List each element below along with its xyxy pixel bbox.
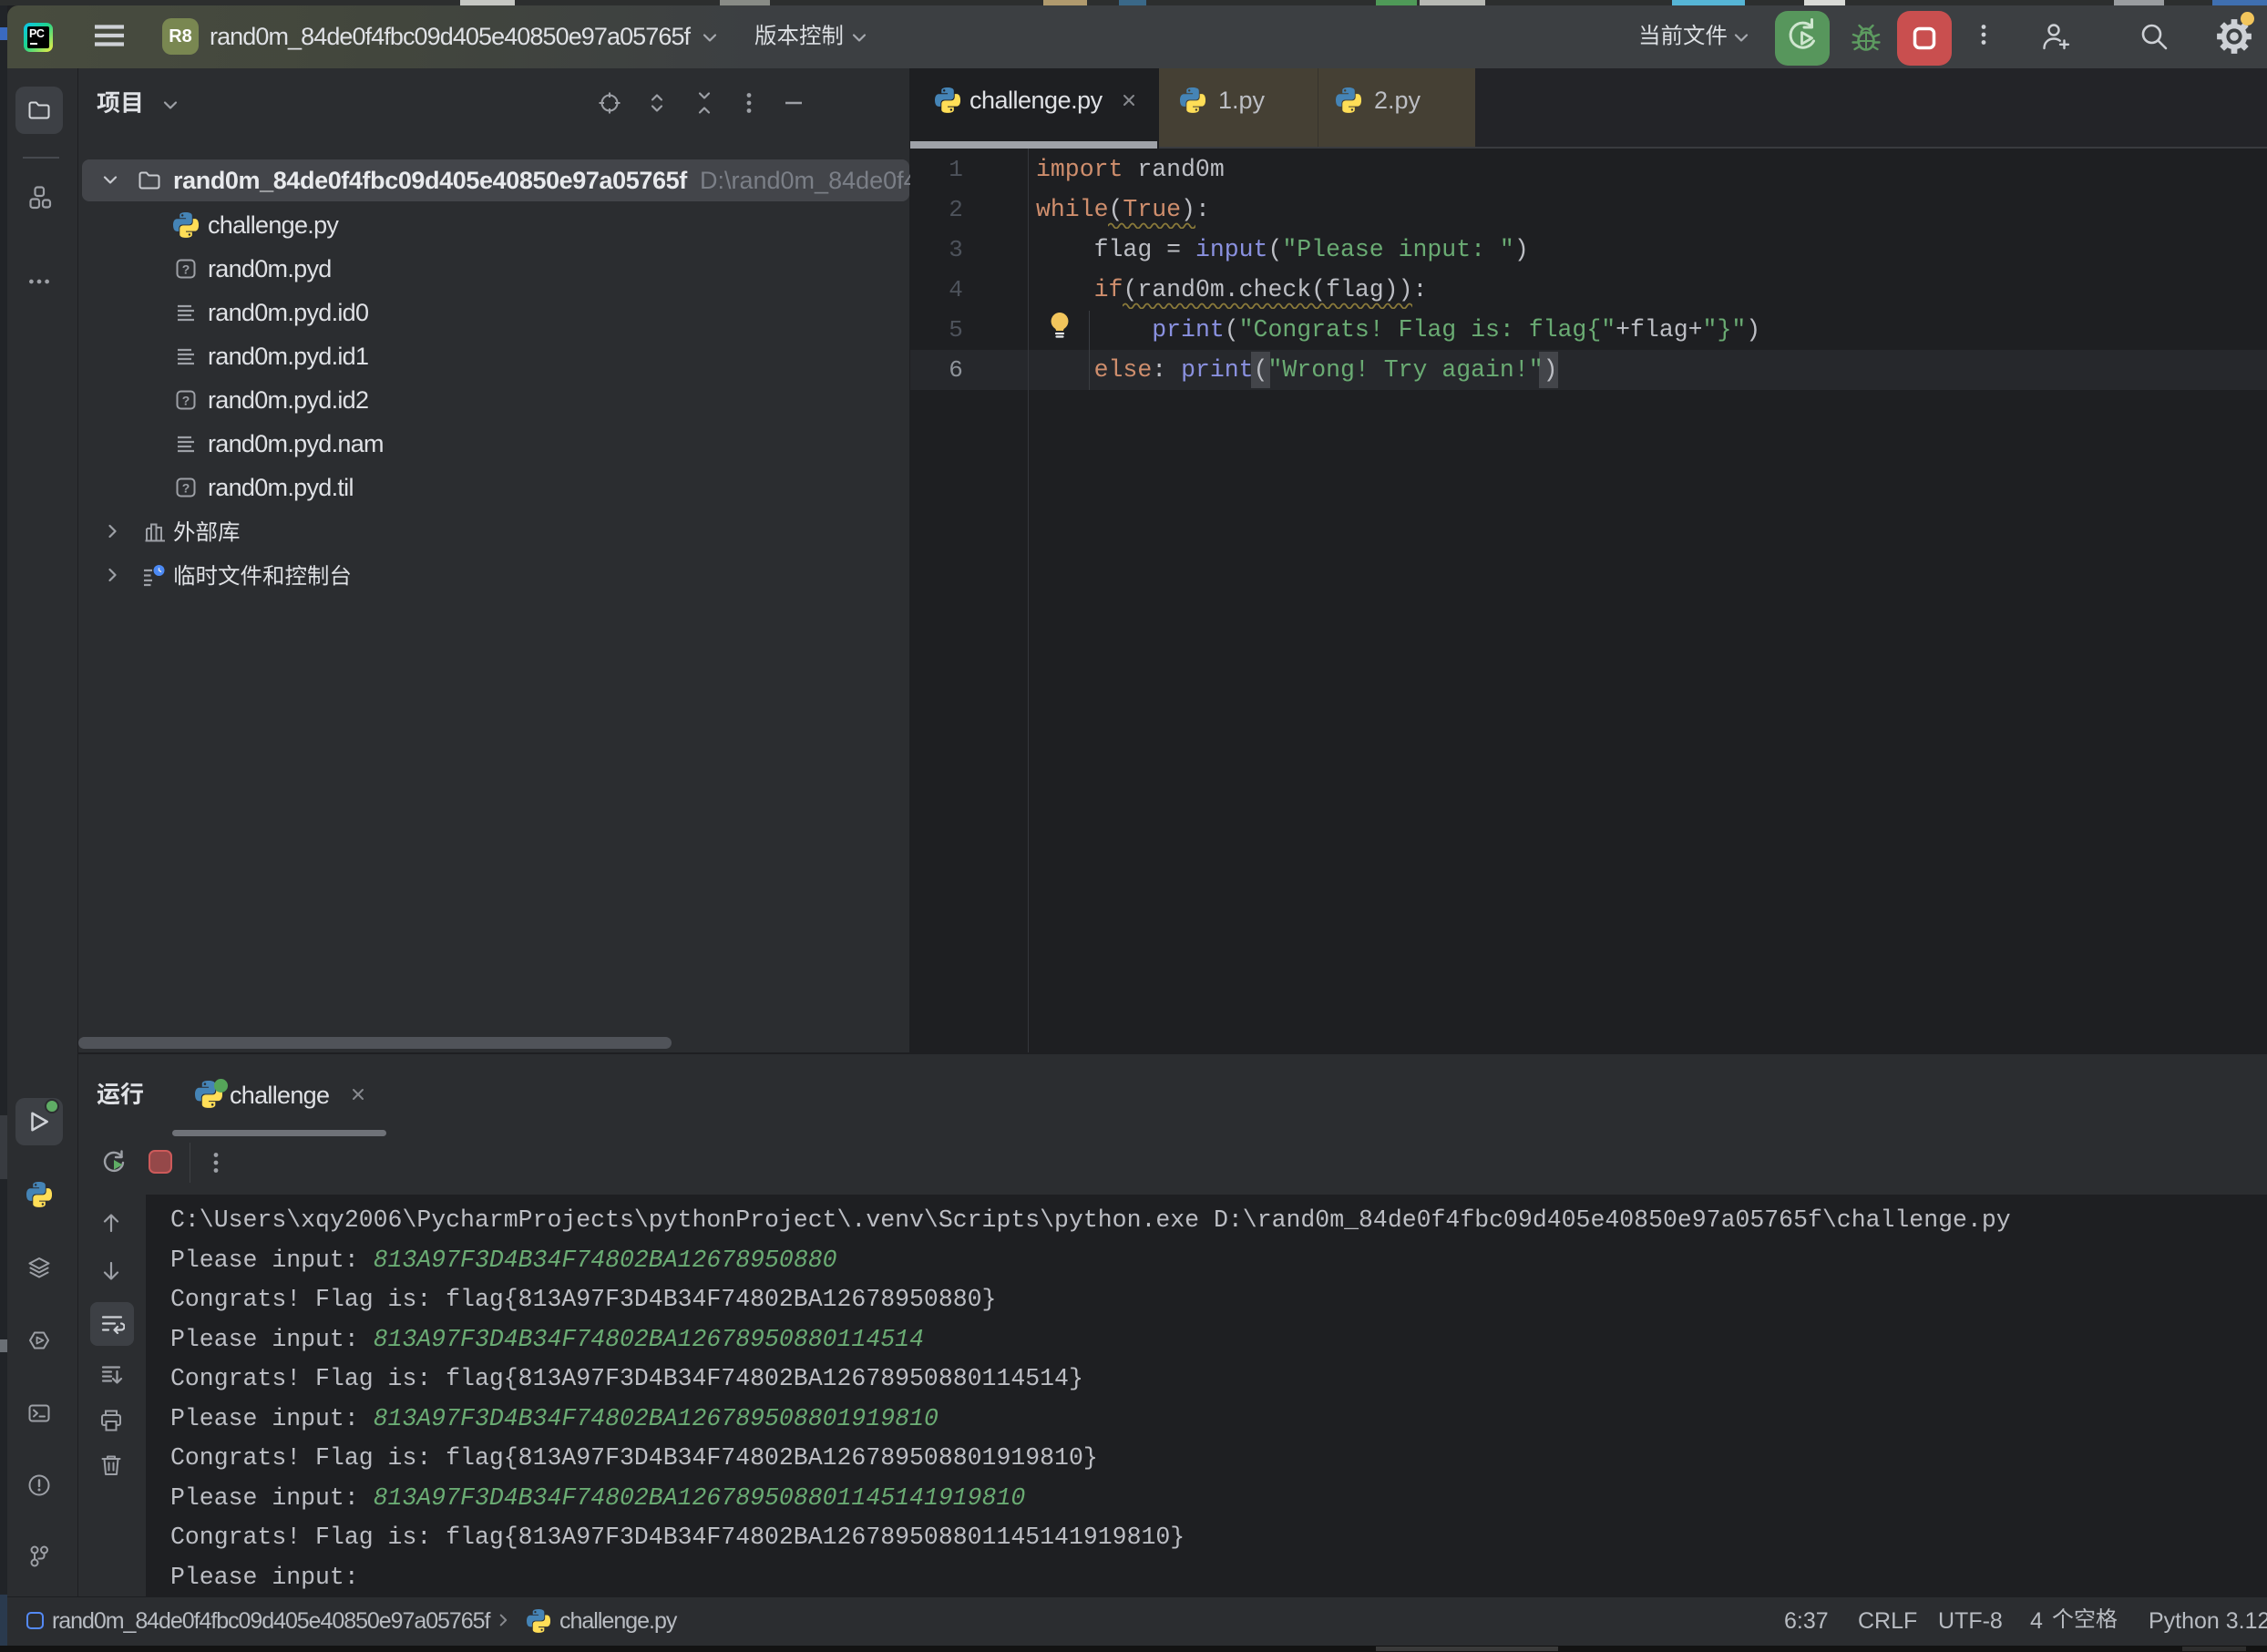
- svg-text:?: ?: [182, 394, 190, 408]
- svg-text:?: ?: [182, 262, 190, 277]
- svg-text:?: ?: [182, 481, 190, 496]
